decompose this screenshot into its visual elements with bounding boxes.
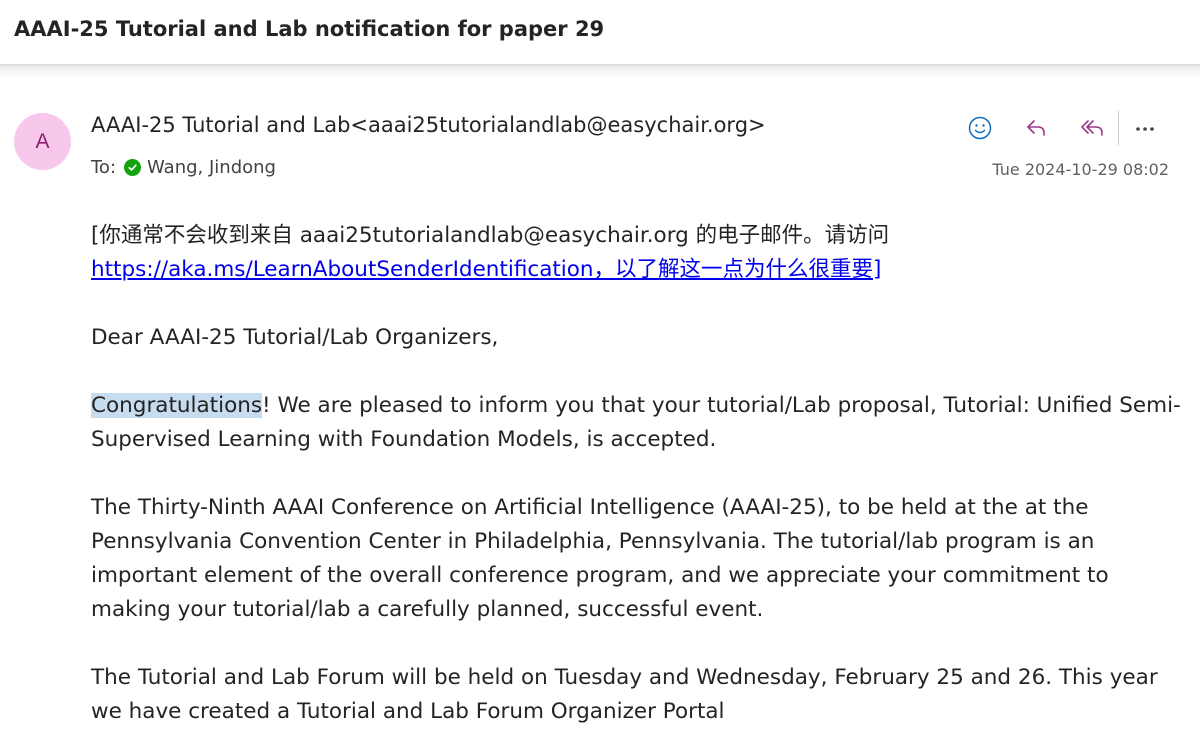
subject-bar: AAAI-25 Tutorial and Lab notification fo… bbox=[0, 0, 1200, 64]
reply-all-icon bbox=[1081, 120, 1103, 136]
sender-name[interactable]: AAAI-25 Tutorial and Lab<aaai25tutoriala… bbox=[91, 113, 766, 137]
avatar-initial: A bbox=[35, 129, 50, 153]
sender-identification-link[interactable]: https://aka.ms/LearnAboutSenderIdentific… bbox=[91, 257, 881, 282]
to-label: To: bbox=[91, 157, 117, 178]
congrats-paragraph: Congratulations! We are pleased to infor… bbox=[91, 389, 1181, 457]
reply-icon bbox=[1027, 120, 1045, 136]
actions-separator bbox=[1118, 111, 1119, 145]
highlighted-word: Congratulations bbox=[91, 393, 263, 418]
more-actions-button[interactable] bbox=[1125, 110, 1165, 146]
message-actions bbox=[960, 110, 1165, 146]
more-icon bbox=[1136, 127, 1154, 131]
sender-avatar[interactable]: A bbox=[14, 113, 71, 170]
emoji-react-button[interactable] bbox=[960, 110, 1000, 146]
reply-button[interactable] bbox=[1016, 110, 1056, 146]
smiley-icon bbox=[968, 116, 992, 140]
email-body: [你通常不会收到来自 aaai25tutorialandlab@easychai… bbox=[91, 219, 1181, 729]
external-sender-notice: [你通常不会收到来自 aaai25tutorialandlab@easychai… bbox=[91, 219, 1181, 287]
notice-text: [你通常不会收到来自 aaai25tutorialandlab@easychai… bbox=[91, 223, 890, 248]
recipient-row: To: Wang, Jindong bbox=[91, 157, 276, 178]
email-subject: AAAI-25 Tutorial and Lab notification fo… bbox=[14, 17, 605, 41]
greeting: Dear AAAI-25 Tutorial/Lab Organizers, bbox=[91, 325, 499, 350]
reply-all-button[interactable] bbox=[1072, 110, 1112, 146]
verified-check-icon bbox=[124, 159, 142, 176]
conference-paragraph: The Thirty-Ninth AAAI Conference on Arti… bbox=[91, 495, 1109, 622]
forum-paragraph: The Tutorial and Lab Forum will be held … bbox=[91, 665, 1158, 724]
header-divider bbox=[0, 64, 1200, 78]
recipient-name[interactable]: Wang, Jindong bbox=[147, 157, 276, 178]
email-date: Tue 2024-10-29 08:02 bbox=[992, 160, 1169, 179]
